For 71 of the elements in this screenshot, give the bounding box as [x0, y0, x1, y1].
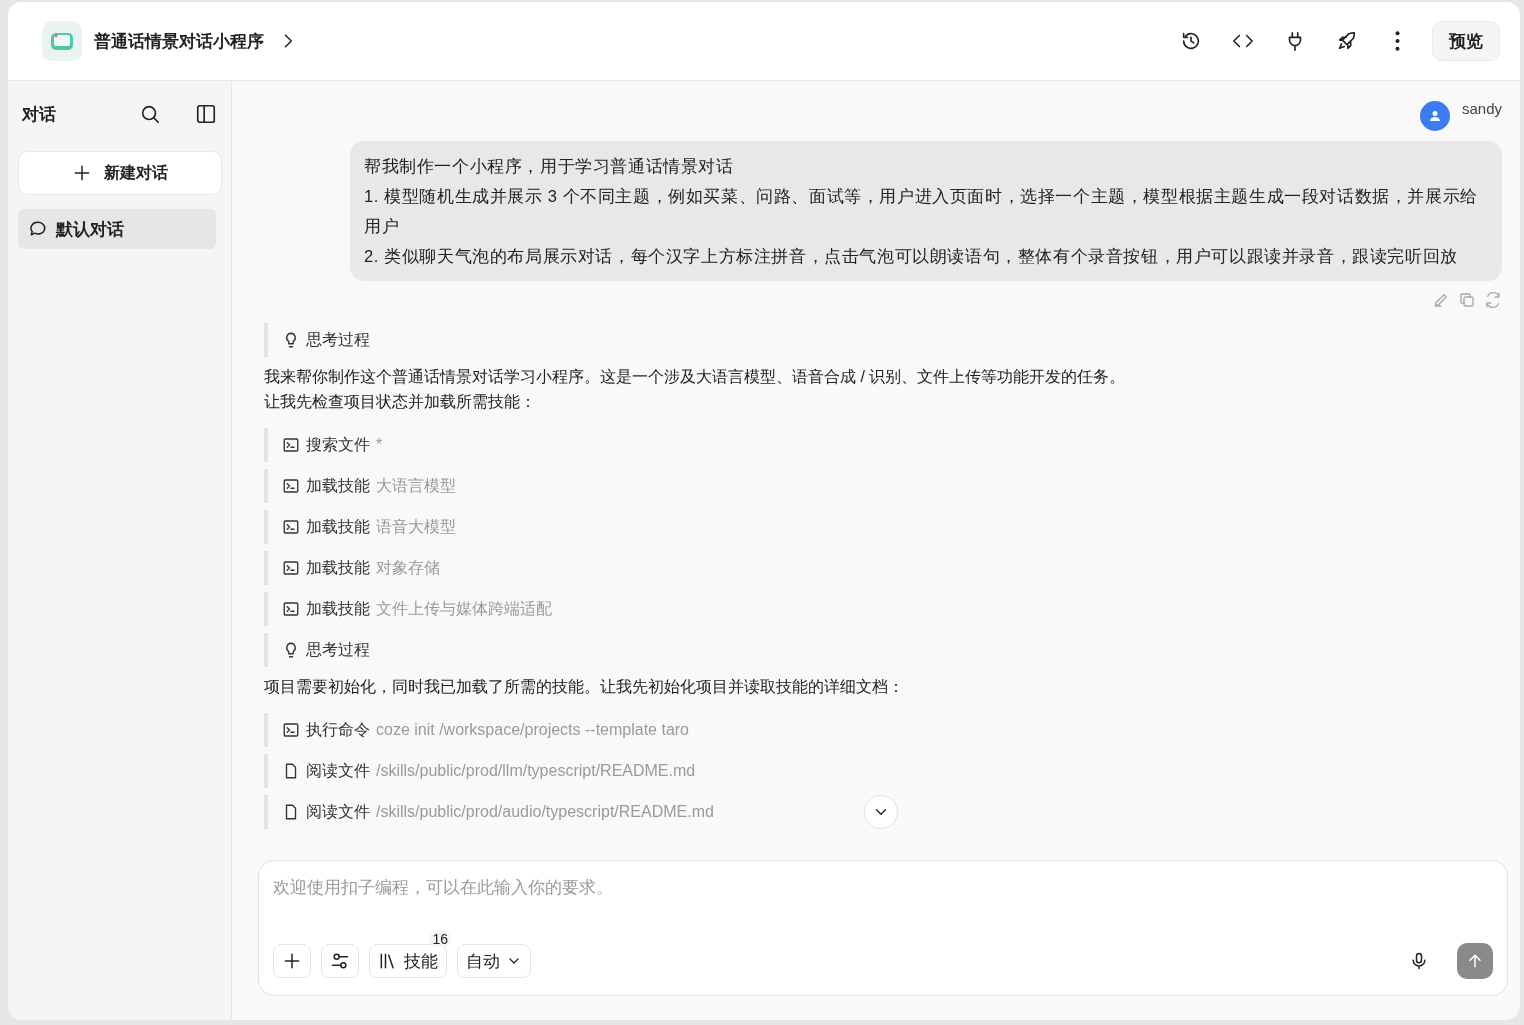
- tool-step[interactable]: 执行命令 coze init /workspace/projects --template taro: [264, 713, 1502, 747]
- preview-button[interactable]: 预览: [1432, 21, 1500, 61]
- step-action: 执行命令: [306, 719, 370, 740]
- history-icon: [1180, 30, 1202, 52]
- message-line: 1. 模型随机生成并展示 3 个不同主题，例如买菜、问路、面试等，用户进入页面时，选择一个主题，模型根据主题生成一段对话数据，并展示给用户: [364, 186, 1479, 237]
- voice-input-button[interactable]: [1409, 951, 1429, 971]
- response-text: 让我先检查项目状态并加载所需技能：: [264, 392, 537, 412]
- project-title: 普通话情景对话小程序: [94, 30, 264, 53]
- step-action: 搜索文件: [306, 434, 370, 455]
- step-action: 加载技能: [306, 516, 370, 537]
- send-button[interactable]: [1457, 943, 1493, 979]
- add-button[interactable]: [273, 944, 311, 978]
- chat-icon: [28, 219, 48, 239]
- step-detail: /skills/public/prod/audio/typescript/README.md: [376, 803, 714, 821]
- sliders-icon: [330, 951, 350, 971]
- chat-input-box[interactable]: 欢迎使用扣子编程，可以在此输入你的要求。 技能 16 自动: [258, 860, 1508, 996]
- tool-step[interactable]: 加载技能 大语言模型: [264, 469, 1502, 503]
- step-action: 加载技能: [306, 475, 370, 496]
- conversation-item[interactable]: 默认对话: [18, 209, 216, 249]
- terminal-icon: [282, 600, 300, 618]
- user-name: sandy: [1461, 100, 1502, 117]
- copy-icon: [1458, 291, 1476, 309]
- terminal-icon: [282, 518, 300, 536]
- sidebar-title: 对话: [22, 103, 57, 126]
- tool-step[interactable]: 加载技能 文件上传与媒体跨端适配: [264, 592, 1502, 626]
- rocket-button[interactable]: [1336, 30, 1358, 52]
- terminal-icon: [282, 436, 300, 454]
- skills-button[interactable]: 技能: [369, 944, 447, 978]
- rocket-icon: [1336, 30, 1358, 52]
- step-detail: 文件上传与媒体跨端适配: [376, 598, 552, 619]
- tool-step[interactable]: 搜索文件 *: [264, 428, 1502, 462]
- tool-step[interactable]: 加载技能 对象存储: [264, 551, 1502, 585]
- user-avatar: [1419, 101, 1450, 131]
- history-button[interactable]: [1180, 30, 1202, 52]
- sidebar-toggle-button[interactable]: [195, 103, 217, 125]
- search-icon: [139, 103, 161, 125]
- tool-step[interactable]: 阅读文件 /skills/public/prod/llm/typescript/README.md: [264, 754, 1502, 788]
- step-detail: /skills/public/prod/llm/typescript/README.md: [376, 762, 696, 780]
- response-text: 我来帮你制作这个普通话情景对话学习小程序。这是一个涉及大语言模型、语音合成 / 识别、文件上传等功能开发的任务。: [264, 367, 1127, 387]
- settings-button[interactable]: [321, 944, 359, 978]
- step-detail: 语音大模型: [376, 516, 456, 537]
- terminal-icon: [282, 477, 300, 495]
- app-logo-icon: [42, 21, 82, 61]
- step-detail: coze init /workspace/projects --template taro: [376, 721, 689, 739]
- message-line: 帮我制作一个小程序，用于学习普通话情景对话: [364, 156, 735, 177]
- refresh-icon: [1484, 291, 1502, 309]
- step-detail: 大语言模型: [376, 475, 456, 496]
- step-detail: 对象存储: [376, 557, 440, 578]
- step-action: 阅读文件: [306, 801, 370, 822]
- terminal-icon: [282, 721, 300, 739]
- message-line: 2. 类似聊天气泡的布局展示对话，每个汉字上方标注拼音，点击气泡可以朗读语句，整体有个录音按钮，用户可以跟读并录音，跟读完听回放: [364, 246, 1459, 267]
- response-text: 项目需要初始化，同时我已加载了所需的技能。让我先初始化项目并读取技能的详细文档：: [264, 677, 905, 697]
- new-chat-button[interactable]: 新建对话: [18, 151, 222, 195]
- step-action: 加载技能: [306, 557, 370, 578]
- more-button[interactable]: [1395, 31, 1400, 51]
- step-detail: *: [376, 436, 383, 454]
- step-action: 阅读文件: [306, 760, 370, 781]
- plus-icon: [72, 163, 92, 183]
- sidebar-icon: [195, 103, 217, 125]
- search-button[interactable]: [139, 103, 161, 125]
- terminal-icon: [282, 559, 300, 577]
- step-action: 加载技能: [306, 598, 370, 619]
- plus-icon: [282, 951, 302, 971]
- tool-step[interactable]: 加载技能 语音大模型: [264, 510, 1502, 544]
- skills-count-badge: 16: [429, 931, 451, 947]
- thinking-block[interactable]: 思考过程: [264, 323, 1502, 357]
- mode-select[interactable]: 自动: [457, 944, 531, 978]
- thinking-block[interactable]: 思考过程: [264, 633, 1502, 667]
- more-icon: [1395, 31, 1400, 51]
- edit-icon: [1432, 291, 1450, 309]
- microphone-icon: [1409, 951, 1429, 971]
